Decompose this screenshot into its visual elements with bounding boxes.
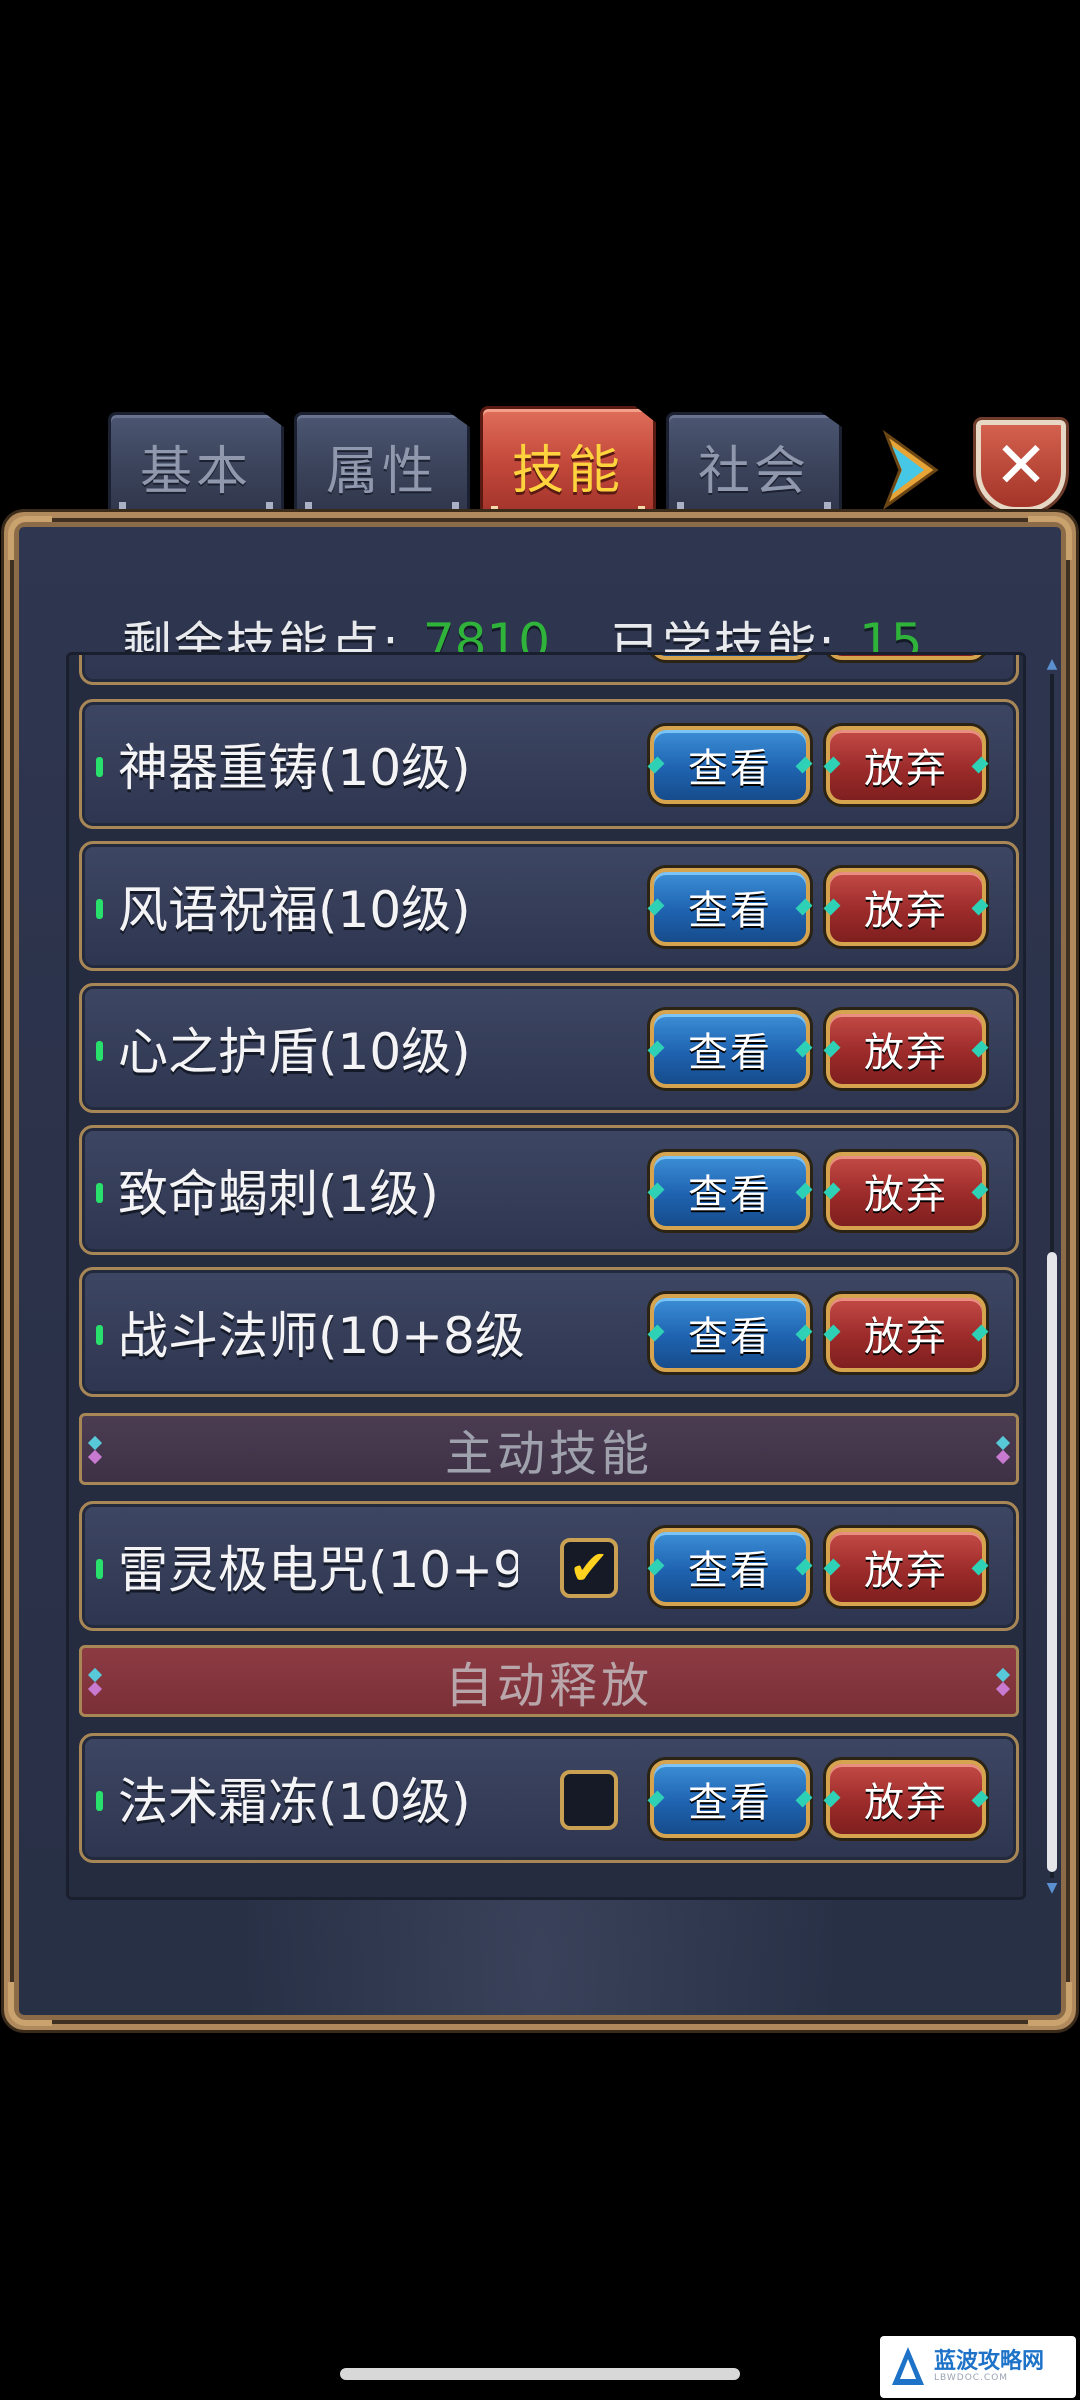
view-button-clipped	[650, 655, 810, 660]
skill-name: 神器重铸(10级)	[118, 739, 471, 797]
tab-skills-label: 技能	[511, 440, 624, 501]
watermark-title: 蓝波攻略网	[934, 2348, 1045, 2374]
view-button[interactable]: 查看	[650, 1528, 810, 1606]
view-button[interactable]: 查看	[650, 726, 810, 804]
view-button[interactable]: 查看	[650, 1010, 810, 1088]
tab-basic[interactable]: 基本	[108, 412, 284, 520]
tab-skills[interactable]: 技能	[480, 406, 656, 524]
section-header-active-skills: 主动技能	[79, 1413, 1019, 1485]
tab-social-label: 社会	[697, 441, 810, 502]
auto-cast-checkbox[interactable]	[560, 1770, 618, 1830]
drop-button[interactable]: 放弃	[826, 1294, 986, 1372]
row-marker	[96, 899, 103, 919]
skill-name: 法术霜冻(10级)	[118, 1773, 471, 1831]
row-marker	[96, 1791, 103, 1811]
skill-row: 神器重铸(10级) 查看 放弃	[79, 699, 1019, 829]
section-title: 自动释放	[444, 1658, 653, 1714]
drop-button[interactable]: 放弃	[826, 1528, 986, 1606]
drop-button-clipped	[826, 655, 986, 660]
skill-row: 心之护盾(10级) 查看 放弃	[79, 983, 1019, 1113]
skill-name: 雷灵极电咒(10+9	[118, 1541, 518, 1599]
close-icon: ✕	[994, 429, 1048, 503]
skill-list[interactable]: 神器重铸(10级) 查看 放弃 风语祝福(10级) 查看 放弃 心之护盾(10级…	[66, 652, 1026, 1900]
auto-cast-checkbox[interactable]: ✔	[560, 1538, 618, 1598]
tab-attributes-label: 属性	[325, 441, 438, 502]
tab-attributes[interactable]: 属性	[294, 412, 470, 520]
view-button[interactable]: 查看	[650, 1152, 810, 1230]
view-button[interactable]: 查看	[650, 1294, 810, 1372]
row-marker	[96, 1183, 103, 1203]
drop-button[interactable]: 放弃	[826, 1010, 986, 1088]
drop-button[interactable]: 放弃	[826, 1760, 986, 1838]
gem-icon	[90, 1438, 100, 1464]
drop-button[interactable]: 放弃	[826, 868, 986, 946]
skill-row: 战斗法师(10+8级 查看 放弃	[79, 1267, 1019, 1397]
gem-icon	[998, 1670, 1008, 1696]
row-marker	[96, 1559, 103, 1579]
view-button[interactable]: 查看	[650, 1760, 810, 1838]
tab-basic-label: 基本	[139, 441, 252, 502]
skill-name: 心之护盾(10级)	[118, 1023, 471, 1081]
drop-button[interactable]: 放弃	[826, 726, 986, 804]
skill-name: 风语祝福(10级)	[118, 881, 471, 939]
row-marker	[96, 757, 103, 777]
home-indicator[interactable]	[340, 2368, 740, 2380]
scroll-thumb[interactable]	[1047, 1252, 1057, 1872]
skill-row: 雷灵极电咒(10+9 ✔ 查看 放弃	[79, 1501, 1019, 1631]
watermark-sub: LBWDOC.COM	[934, 2373, 1009, 2384]
skill-name: 战斗法师(10+8级	[118, 1307, 525, 1365]
skill-row-clipped	[79, 655, 1019, 685]
view-button[interactable]: 查看	[650, 868, 810, 946]
watermark-logo-icon	[892, 2347, 924, 2385]
section-title: 主动技能	[444, 1426, 653, 1482]
close-button[interactable]: ✕	[976, 420, 1066, 512]
gem-icon	[998, 1438, 1008, 1464]
tab-bar: 基本 属性 技能 社会	[108, 406, 968, 528]
gem-icon	[90, 1670, 100, 1696]
site-watermark: 蓝波攻略网 LBWDOC.COM	[880, 2336, 1076, 2398]
skill-name: 致命蝎刺(1级)	[118, 1165, 439, 1223]
skills-panel: 剩余技能点: 7810 已学技能: 15 神器重铸(10级) 查看 放弃 风语祝…	[4, 512, 1076, 2030]
scroll-up-icon[interactable]: ▲	[1046, 657, 1058, 671]
list-scrollbar[interactable]: ▲ ▼	[1046, 657, 1058, 1895]
scroll-down-icon[interactable]: ▼	[1046, 1881, 1058, 1895]
next-arrow-icon[interactable]	[878, 430, 940, 510]
drop-button[interactable]: 放弃	[826, 1152, 986, 1230]
skill-row: 致命蝎刺(1级) 查看 放弃	[79, 1125, 1019, 1255]
skill-row: 风语祝福(10级) 查看 放弃	[79, 841, 1019, 971]
row-marker	[96, 1325, 103, 1345]
checkmark-icon: ✔	[568, 1540, 610, 1596]
row-marker	[96, 1041, 103, 1061]
section-header-auto-cast: 自动释放	[79, 1645, 1019, 1717]
tab-social[interactable]: 社会	[666, 412, 842, 520]
skill-row: 法术霜冻(10级) 查看 放弃	[79, 1733, 1019, 1863]
